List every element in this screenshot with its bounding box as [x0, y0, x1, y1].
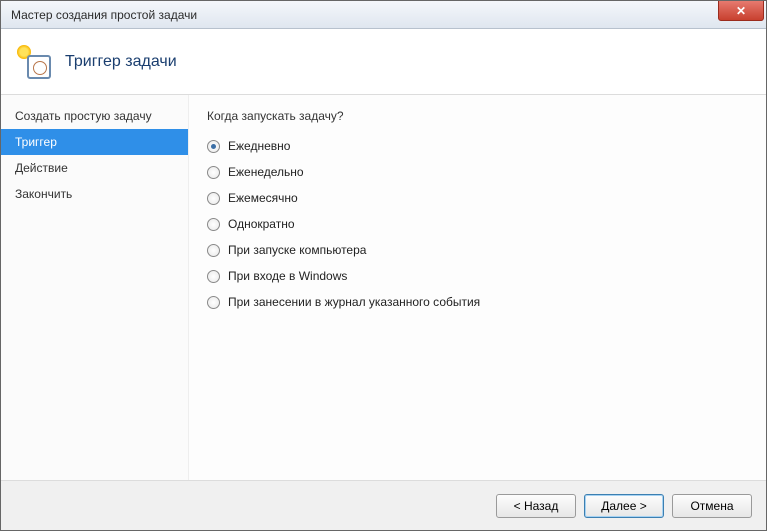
radio-once[interactable]	[207, 218, 220, 231]
close-icon: ✕	[736, 4, 746, 18]
option-on-event-row[interactable]: При занесении в журнал указанного событи…	[207, 295, 748, 309]
trigger-question: Когда запускать задачу?	[207, 109, 748, 123]
radio-on-logon[interactable]	[207, 270, 220, 283]
option-daily-row[interactable]: Ежедневно	[207, 139, 748, 153]
wizard-footer: < Назад Далее > Отмена	[1, 480, 766, 530]
close-button[interactable]: ✕	[718, 1, 764, 21]
next-button[interactable]: Далее >	[584, 494, 664, 518]
sidebar-item-trigger[interactable]: Триггер	[1, 129, 188, 155]
radio-daily-label: Ежедневно	[228, 139, 290, 153]
option-once-row[interactable]: Однократно	[207, 217, 748, 231]
option-monthly-row[interactable]: Ежемесячно	[207, 191, 748, 205]
radio-on-startup[interactable]	[207, 244, 220, 257]
option-on-startup-row[interactable]: При запуске компьютера	[207, 243, 748, 257]
task-trigger-icon	[17, 45, 51, 79]
radio-on-event-label: При занесении в журнал указанного событи…	[228, 295, 480, 309]
radio-daily[interactable]	[207, 140, 220, 153]
option-weekly-row[interactable]: Еженедельно	[207, 165, 748, 179]
radio-on-startup-label: При запуске компьютера	[228, 243, 366, 257]
radio-once-label: Однократно	[228, 217, 295, 231]
wizard-content: Когда запускать задачу? Ежедневно Еженед…	[189, 95, 766, 480]
radio-weekly-label: Еженедельно	[228, 165, 304, 179]
cancel-button[interactable]: Отмена	[672, 494, 752, 518]
wizard-steps-sidebar: Создать простую задачу Триггер Действие …	[1, 95, 189, 480]
sidebar-item-action[interactable]: Действие	[1, 155, 188, 181]
radio-weekly[interactable]	[207, 166, 220, 179]
back-button[interactable]: < Назад	[496, 494, 576, 518]
page-title: Триггер задачи	[65, 53, 177, 71]
radio-monthly[interactable]	[207, 192, 220, 205]
titlebar: Мастер создания простой задачи ✕	[1, 1, 766, 29]
wizard-body: Создать простую задачу Триггер Действие …	[1, 95, 766, 480]
wizard-header: Триггер задачи	[1, 29, 766, 95]
radio-on-logon-label: При входе в Windows	[228, 269, 347, 283]
radio-monthly-label: Ежемесячно	[228, 191, 298, 205]
radio-on-event[interactable]	[207, 296, 220, 309]
option-on-logon-row[interactable]: При входе в Windows	[207, 269, 748, 283]
sidebar-item-finish[interactable]: Закончить	[1, 181, 188, 207]
window-title: Мастер создания простой задачи	[11, 8, 197, 22]
sidebar-item-create-task[interactable]: Создать простую задачу	[1, 103, 188, 129]
wizard-window: Мастер создания простой задачи ✕ Триггер…	[0, 0, 767, 531]
